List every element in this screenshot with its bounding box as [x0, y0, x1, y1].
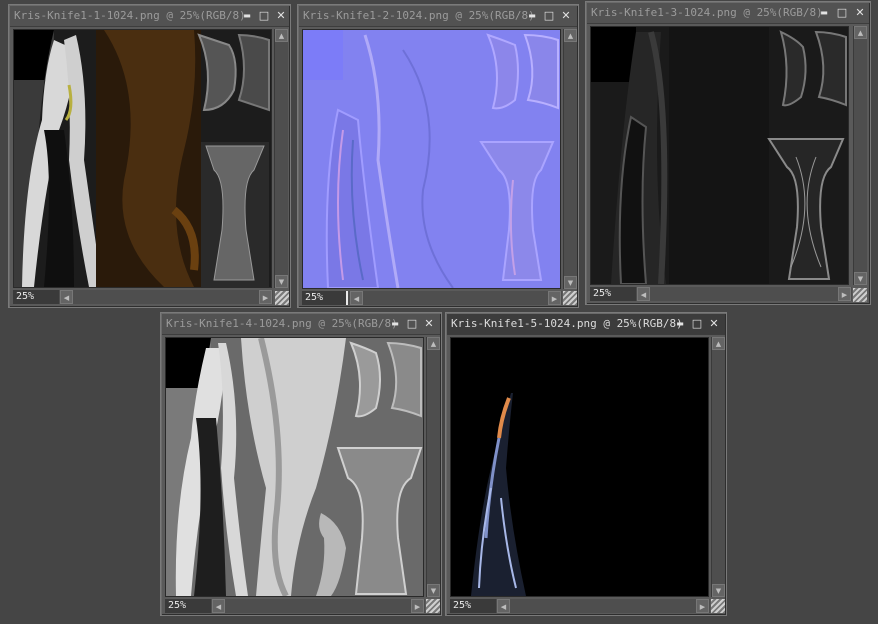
minimize-button[interactable]: ▬ [817, 6, 831, 20]
vertical-scrollbar[interactable]: ▲ ▼ [274, 29, 288, 288]
document-window-2[interactable]: Kris-Knife1-2-1024.png @ 25%(RGB/8) ▬ □ … [297, 4, 579, 308]
scroll-right-arrow[interactable]: ▶ [411, 599, 424, 613]
scroll-right-arrow[interactable]: ▶ [838, 287, 851, 301]
resize-grip[interactable] [853, 288, 867, 302]
window-title: Kris-Knife1-2-1024.png @ 25%(RGB/8) [303, 9, 535, 22]
specular-texture-image [591, 27, 848, 284]
glow-texture-image [451, 338, 708, 596]
window-title: Kris-Knife1-1-1024.png @ 25%(RGB/8) [14, 9, 246, 22]
title-bar[interactable]: Kris-Knife1-2-1024.png @ 25%(RGB/8) ▬ □ … [299, 6, 577, 27]
scroll-left-arrow[interactable]: ◀ [497, 599, 510, 613]
maximize-button[interactable]: □ [690, 317, 704, 331]
close-button[interactable]: ✕ [853, 6, 867, 20]
window-title: Kris-Knife1-5-1024.png @ 25%(RGB/8) [451, 317, 683, 330]
image-canvas[interactable] [13, 29, 272, 288]
status-bar: 25% ◀ ▶ [13, 290, 273, 304]
image-canvas[interactable] [450, 337, 709, 597]
zoom-level[interactable]: 25% [13, 290, 59, 304]
image-canvas[interactable] [590, 26, 849, 285]
scroll-up-arrow[interactable]: ▲ [712, 337, 725, 350]
vertical-scrollbar[interactable]: ▲ ▼ [711, 337, 725, 597]
close-button[interactable]: ✕ [274, 9, 288, 23]
minimize-button[interactable]: ▬ [525, 9, 539, 23]
scroll-up-arrow[interactable]: ▲ [427, 337, 440, 350]
maximize-button[interactable]: □ [542, 9, 556, 23]
scroll-down-arrow[interactable]: ▼ [275, 275, 288, 288]
status-bar: 25% ◀ ▶ [590, 287, 852, 301]
title-bar[interactable]: Kris-Knife1-3-1024.png @ 25%(RGB/8) ▬ □ … [587, 3, 869, 24]
close-button[interactable]: ✕ [422, 317, 436, 331]
document-window-1[interactable]: Kris-Knife1-1-1024.png @ 25%(RGB/8) ▬ □ … [8, 4, 291, 308]
scroll-down-arrow[interactable]: ▼ [427, 584, 440, 597]
scroll-up-arrow[interactable]: ▲ [275, 29, 288, 42]
maximize-button[interactable]: □ [405, 317, 419, 331]
vertical-scrollbar[interactable]: ▲ ▼ [853, 26, 867, 285]
zoom-level[interactable]: 25% [590, 287, 636, 301]
scroll-left-arrow[interactable]: ◀ [350, 291, 363, 305]
resize-grip[interactable] [711, 599, 725, 613]
scroll-left-arrow[interactable]: ◀ [212, 599, 225, 613]
diffuse-texture-image [14, 30, 271, 287]
maximize-button[interactable]: □ [835, 6, 849, 20]
status-bar: 25% ◀ ▶ [450, 599, 710, 613]
scroll-down-arrow[interactable]: ▼ [712, 584, 725, 597]
scroll-right-arrow[interactable]: ▶ [696, 599, 709, 613]
vertical-scrollbar[interactable]: ▲ ▼ [426, 337, 440, 597]
scroll-up-arrow[interactable]: ▲ [854, 26, 867, 39]
document-window-3[interactable]: Kris-Knife1-3-1024.png @ 25%(RGB/8) ▬ □ … [585, 1, 871, 305]
minimize-button[interactable]: ▬ [240, 9, 254, 23]
normal-map-texture-image [303, 30, 560, 288]
scroll-up-arrow[interactable]: ▲ [564, 29, 577, 42]
window-title: Kris-Knife1-4-1024.png @ 25%(RGB/8) [166, 317, 398, 330]
maximize-button[interactable]: □ [257, 9, 271, 23]
title-bar[interactable]: Kris-Knife1-4-1024.png @ 25%(RGB/8) ▬ □ … [162, 314, 440, 335]
scroll-down-arrow[interactable]: ▼ [564, 276, 577, 289]
resize-grip[interactable] [426, 599, 440, 613]
image-canvas[interactable] [302, 29, 561, 289]
zoom-level[interactable]: 25% [450, 599, 496, 613]
image-canvas[interactable] [165, 337, 424, 597]
status-bar: 25% ◀ ▶ [165, 599, 425, 613]
status-bar: 25% ◀ ▶ [302, 291, 562, 305]
minimize-button[interactable]: ▬ [673, 317, 687, 331]
scroll-left-arrow[interactable]: ◀ [60, 290, 73, 304]
scroll-left-arrow[interactable]: ◀ [637, 287, 650, 301]
close-button[interactable]: ✕ [707, 317, 721, 331]
height-map-texture-image [166, 338, 423, 596]
close-button[interactable]: ✕ [559, 9, 573, 23]
minimize-button[interactable]: ▬ [388, 317, 402, 331]
zoom-level[interactable]: 25% [302, 291, 348, 305]
scroll-down-arrow[interactable]: ▼ [854, 272, 867, 285]
document-window-5[interactable]: Kris-Knife1-5-1024.png @ 25%(RGB/8) ▬ □ … [445, 312, 727, 616]
resize-grip[interactable] [275, 291, 289, 305]
document-window-4[interactable]: Kris-Knife1-4-1024.png @ 25%(RGB/8) ▬ □ … [160, 312, 442, 616]
resize-grip[interactable] [563, 291, 577, 305]
title-bar[interactable]: Kris-Knife1-1-1024.png @ 25%(RGB/8) ▬ □ … [10, 6, 289, 27]
zoom-level[interactable]: 25% [165, 599, 211, 613]
title-bar[interactable]: Kris-Knife1-5-1024.png @ 25%(RGB/8) ▬ □ … [447, 314, 725, 335]
scroll-right-arrow[interactable]: ▶ [548, 291, 561, 305]
scroll-right-arrow[interactable]: ▶ [259, 290, 272, 304]
vertical-scrollbar[interactable]: ▲ ▼ [563, 29, 577, 289]
window-title: Kris-Knife1-3-1024.png @ 25%(RGB/8) [591, 6, 823, 19]
